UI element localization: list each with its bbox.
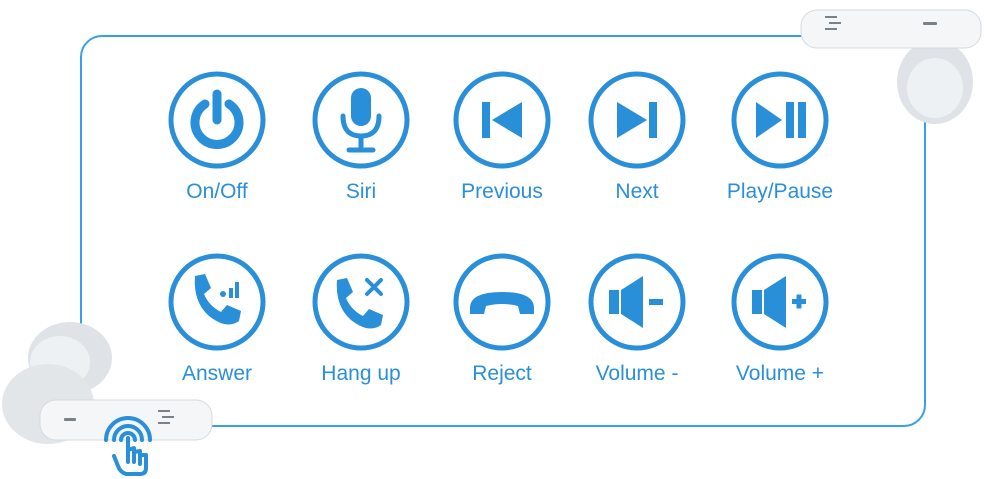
control-volume-up[interactable]: Volume +: [710, 252, 850, 386]
control-label: Next: [615, 180, 659, 203]
phone-reject-icon: [453, 253, 551, 351]
control-label: Volume -: [595, 362, 679, 385]
control-on-off[interactable]: On/Off: [147, 70, 287, 204]
control-label: Volume +: [735, 362, 825, 385]
control-next[interactable]: Next: [567, 70, 707, 204]
control-label: On/Off: [186, 180, 248, 203]
control-label: Reject: [472, 362, 532, 385]
control-label: Siri: [345, 180, 377, 203]
play-pause-icon: [731, 71, 829, 169]
control-label: Previous: [461, 180, 543, 203]
touch-gesture-icon: [104, 416, 152, 476]
volume-down-icon: [588, 253, 686, 351]
control-label: Answer: [181, 362, 253, 385]
control-label: Hang up: [321, 362, 401, 385]
control-hang-up[interactable]: Hang up: [291, 252, 431, 386]
control-volume-down[interactable]: Volume -: [567, 252, 707, 386]
control-play-pause[interactable]: Play/Pause: [710, 70, 850, 204]
microphone-icon: [312, 71, 410, 169]
volume-up-icon: [731, 253, 829, 351]
control-previous[interactable]: Previous: [432, 70, 572, 204]
power-icon: [168, 71, 266, 169]
next-track-icon: [588, 71, 686, 169]
control-answer[interactable]: Answer: [147, 252, 287, 386]
phone-answer-icon: [168, 253, 266, 351]
control-reject[interactable]: Reject: [432, 252, 572, 386]
control-siri[interactable]: Siri: [291, 70, 431, 204]
control-label: Play/Pause: [726, 180, 834, 203]
phone-hangup-icon: [312, 253, 410, 351]
previous-track-icon: [453, 71, 551, 169]
